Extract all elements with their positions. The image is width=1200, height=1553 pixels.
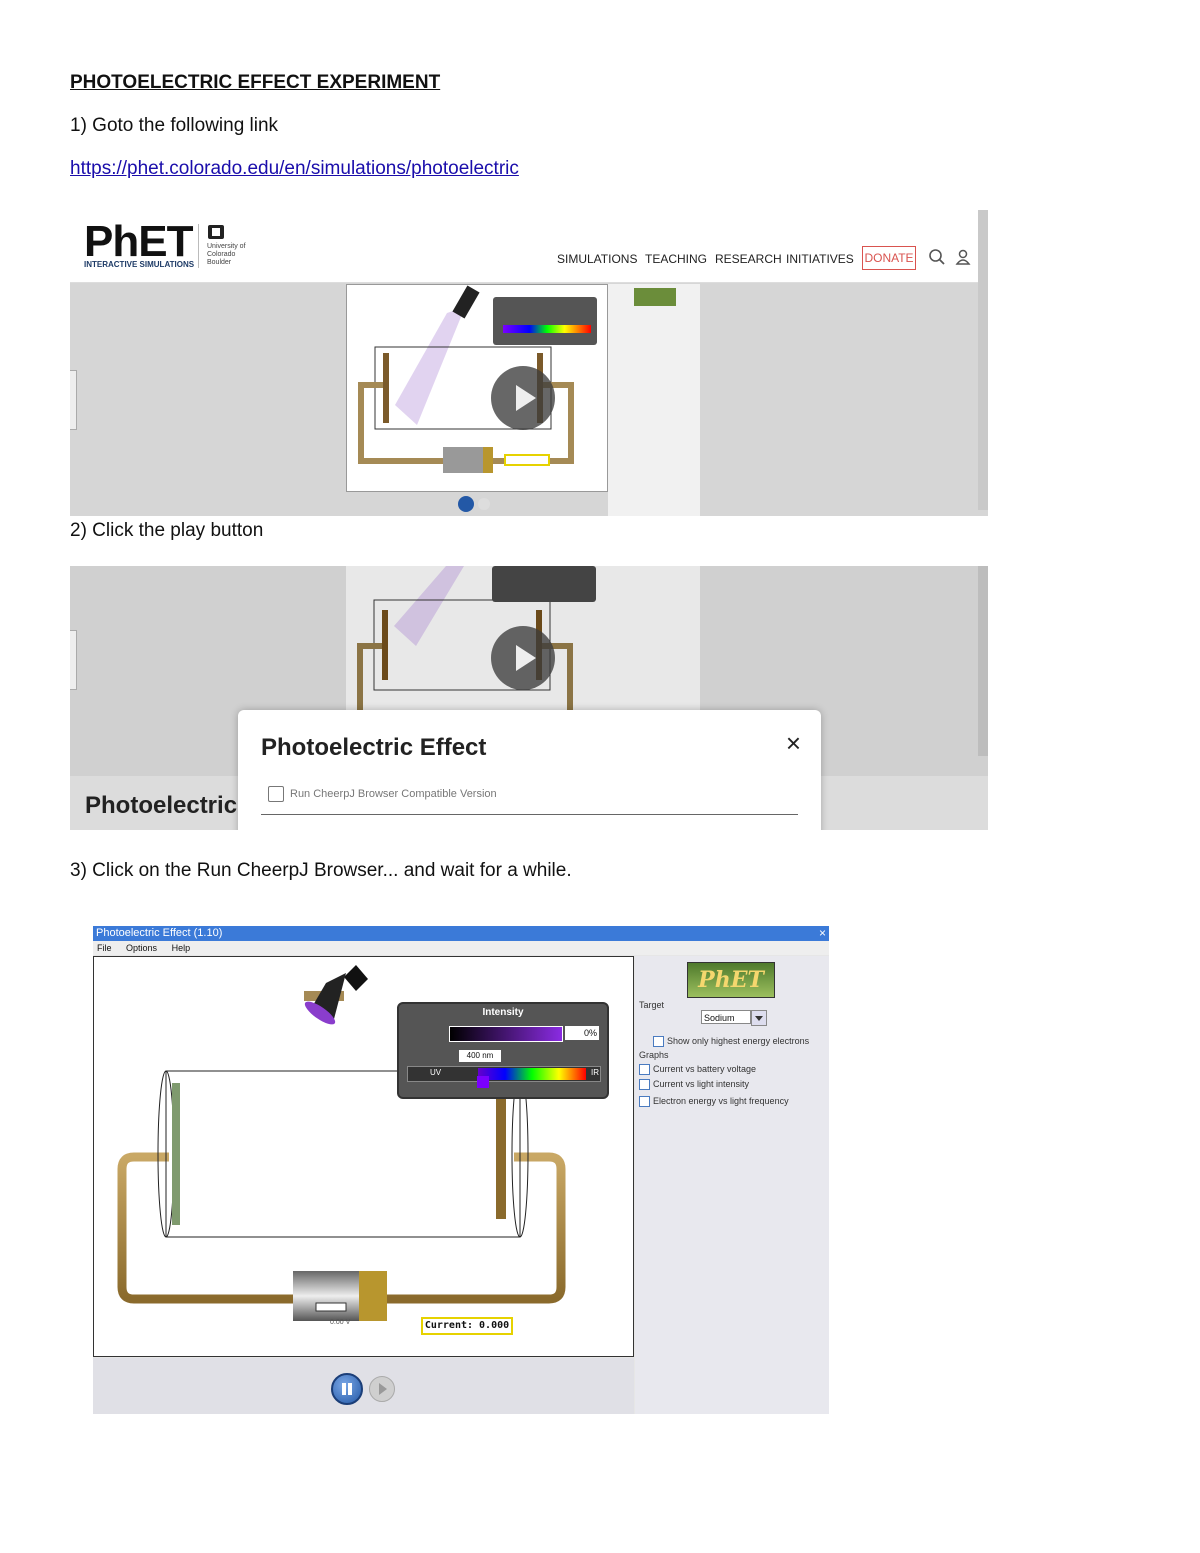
circuit-preview xyxy=(358,285,597,473)
divider xyxy=(261,814,798,815)
graph-option-label: Current vs battery voltage xyxy=(653,1064,757,1074)
screenshot-phet-website: PhET INTERACTIVE SIMULATIONS University … xyxy=(70,200,988,516)
nav-teaching[interactable]: TEACHING xyxy=(645,252,707,266)
side-tab[interactable] xyxy=(70,370,77,430)
user-icon[interactable] xyxy=(954,248,972,266)
donate-button[interactable]: DONATE xyxy=(862,246,916,270)
scrollbar-dim[interactable] xyxy=(978,566,988,756)
menu-options[interactable]: Options xyxy=(126,943,157,953)
target-select[interactable]: Sodium xyxy=(701,1010,751,1024)
university-logo[interactable]: University of Colorado Boulder xyxy=(198,224,247,268)
side-tab-dim[interactable] xyxy=(70,630,77,690)
run-cheerpj-label: Run CheerpJ Browser Compatible Version xyxy=(290,787,497,800)
wavelength-value[interactable]: 400 nm xyxy=(459,1050,501,1062)
nav-simulations[interactable]: SIMULATIONS xyxy=(557,252,637,266)
search-icon[interactable] xyxy=(928,248,946,266)
simulation-canvas: Intensity 0% 400 nm UV IR Current: 0.000… xyxy=(93,956,634,1357)
university-label: University of Colorado Boulder xyxy=(207,243,246,266)
nav-research[interactable]: RESEARCH xyxy=(715,252,782,266)
graph-option-intensity[interactable]: Current vs light intensity xyxy=(639,1079,750,1091)
simulation-preview-panel xyxy=(608,284,700,516)
screenshot-simulation-app: Photoelectric Effect (1.10) × File Optio… xyxy=(93,926,829,1414)
graphs-label: Graphs xyxy=(639,1050,669,1060)
control-panel: PhET Target Sodium Show only highest ene… xyxy=(635,956,829,1414)
uv-label: UV xyxy=(430,1068,442,1077)
menu-bar: File Options Help xyxy=(93,941,829,955)
window-titlebar: Photoelectric Effect (1.10) × xyxy=(93,926,829,941)
simulation-preview xyxy=(346,284,608,492)
phet-logo-subtitle: INTERACTIVE SIMULATIONS xyxy=(84,260,195,269)
ir-label: IR xyxy=(591,1068,599,1077)
cu-icon xyxy=(208,225,224,239)
current-readout: Current: 0.000 xyxy=(421,1317,513,1335)
playback-bar xyxy=(93,1358,634,1414)
screenshot-modal: Photoelectric Photoelectric Effect × Run… xyxy=(70,566,988,830)
light-source-icon xyxy=(304,965,368,1025)
graph-option-label: Electron energy vs light frequency xyxy=(653,1096,789,1106)
close-icon[interactable]: × xyxy=(786,728,801,759)
step-3-text: 3) Click on the Run CheerpJ Browser... a… xyxy=(70,860,572,881)
pause-button[interactable] xyxy=(331,1373,363,1405)
launch-modal: Photoelectric Effect × Run CheerpJ Brows… xyxy=(238,710,821,830)
battery-voltage[interactable]: 0.00 V xyxy=(330,1319,350,1326)
graph-option-label: Current vs light intensity xyxy=(653,1079,750,1089)
play-icon-dim[interactable] xyxy=(491,626,555,690)
site-header: PhET INTERACTIVE SIMULATIONS University … xyxy=(70,200,988,283)
window-close-icon[interactable]: × xyxy=(819,926,826,941)
step-1-text: 1) Goto the following link xyxy=(70,115,279,136)
intensity-value[interactable]: 0% xyxy=(565,1026,599,1040)
phet-logo[interactable]: PhET xyxy=(687,962,775,998)
page-title: Photoelectric xyxy=(85,792,238,819)
nav-initiatives[interactable]: INITIATIVES xyxy=(786,252,854,266)
document-title: PHOTOELECTRIC EFFECT EXPERIMENT xyxy=(70,72,441,93)
show-highest-label: Show only highest energy electrons xyxy=(667,1036,810,1046)
circuit-preview-dim xyxy=(357,566,596,710)
simulation-link[interactable]: https://phet.colorado.edu/en/simulations… xyxy=(70,158,519,180)
menu-help[interactable]: Help xyxy=(172,943,191,953)
step-2-text: 2) Click the play button xyxy=(70,520,264,541)
pause-small-icon[interactable] xyxy=(458,496,474,512)
step-small-icon[interactable] xyxy=(478,498,490,510)
play-icon[interactable] xyxy=(491,366,555,430)
target-label: Target xyxy=(639,1000,665,1010)
launch-icon xyxy=(268,786,284,802)
show-highest-checkbox[interactable]: Show only highest energy electrons xyxy=(653,1036,810,1048)
menu-file[interactable]: File xyxy=(97,943,112,953)
modal-title: Photoelectric Effect xyxy=(261,734,487,761)
chevron-down-icon[interactable] xyxy=(751,1010,767,1026)
wavelength-slider[interactable]: UV IR xyxy=(407,1066,601,1082)
wavelength-slider-thumb[interactable] xyxy=(477,1076,489,1088)
graph-option-voltage[interactable]: Current vs battery voltage xyxy=(639,1064,757,1076)
intensity-panel: Intensity 0% 400 nm UV IR xyxy=(397,1002,609,1099)
simulation-preview-dim xyxy=(346,566,608,710)
window-title: Photoelectric Effect (1.10) xyxy=(96,927,223,939)
intensity-slider[interactable] xyxy=(449,1026,563,1042)
step-button[interactable] xyxy=(369,1376,395,1402)
graph-option-frequency[interactable]: Electron energy vs light frequency xyxy=(639,1096,789,1108)
scrollbar[interactable] xyxy=(978,210,988,510)
phet-logo[interactable]: PhET xyxy=(84,220,193,264)
run-cheerpj-option[interactable]: Run CheerpJ Browser Compatible Version xyxy=(268,786,497,802)
intensity-label: Intensity xyxy=(482,1007,524,1018)
